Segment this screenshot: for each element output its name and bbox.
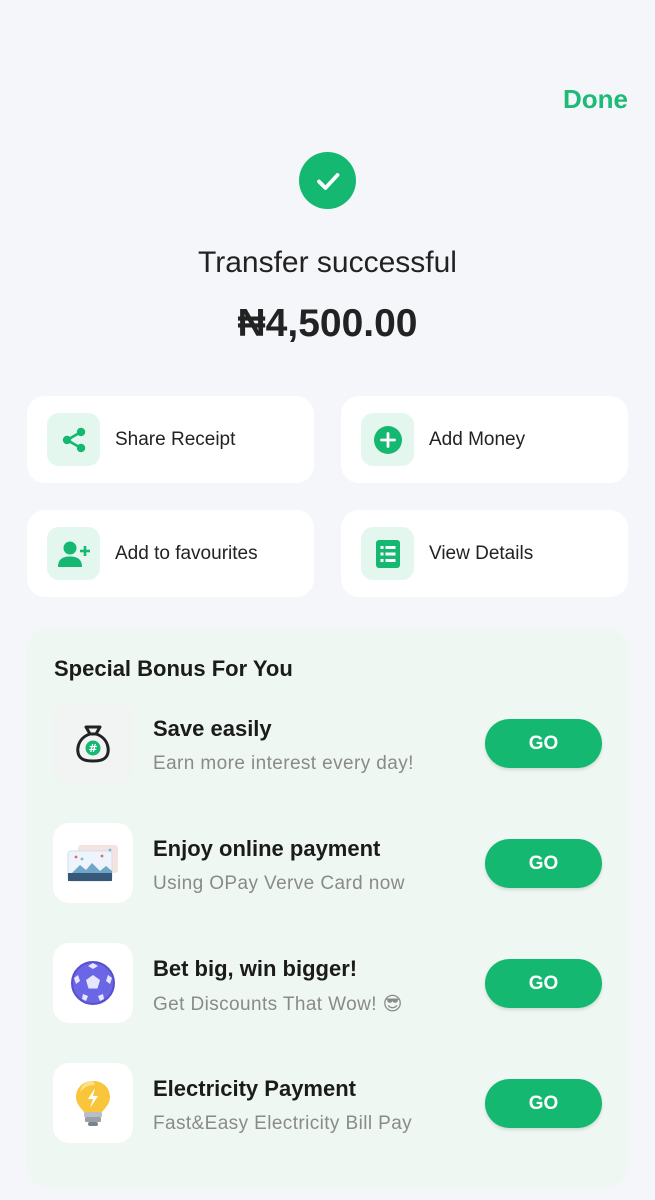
- svg-text:#: #: [88, 742, 97, 755]
- add-circle-icon: [361, 413, 414, 466]
- transfer-status-text: Transfer successful: [198, 246, 457, 279]
- share-receipt-label: Share Receipt: [115, 428, 236, 450]
- bonus-item-title: Save easily: [153, 716, 272, 741]
- share-receipt-button[interactable]: Share Receipt: [27, 396, 314, 483]
- share-icon: [47, 413, 100, 466]
- bonus-item-subtitle: Get Discounts That Wow! 😎: [153, 994, 403, 1015]
- add-to-favourites-button[interactable]: Add to favourites: [27, 510, 314, 597]
- add-to-favourites-label: Add to favourites: [115, 542, 258, 564]
- bonus-item-online-payment: Enjoy online payment Using OPay Verve Ca…: [27, 823, 628, 903]
- view-details-label: View Details: [429, 542, 534, 564]
- bonus-item-title: Electricity Payment: [153, 1076, 356, 1101]
- bonus-item-subtitle: Earn more interest every day!: [153, 753, 414, 774]
- bonus-item-title: Enjoy online payment: [153, 836, 381, 861]
- money-bag-icon: #: [53, 703, 133, 783]
- add-person-icon: [47, 527, 100, 580]
- bonus-item-electricity: Electricity Payment Fast&Easy Electricit…: [27, 1063, 628, 1143]
- bonus-item-save-easily: # Save easily Earn more interest every d…: [27, 703, 628, 783]
- success-check-icon: [299, 152, 356, 209]
- bonus-item-subtitle: Using OPay Verve Card now: [153, 873, 405, 894]
- football-icon: [53, 943, 133, 1023]
- add-money-label: Add Money: [429, 428, 526, 450]
- transfer-amount: ₦4,500.00: [237, 302, 418, 345]
- view-details-button[interactable]: View Details: [341, 510, 628, 597]
- done-button[interactable]: Done: [563, 84, 628, 115]
- special-bonus-panel: Special Bonus For You # Save easily Earn…: [27, 628, 628, 1188]
- bet-big-go-button[interactable]: GO: [485, 959, 602, 1008]
- bonus-item-title: Bet big, win bigger!: [153, 956, 358, 981]
- add-money-button[interactable]: Add Money: [341, 396, 628, 483]
- document-list-icon: [361, 527, 414, 580]
- online-payment-go-button[interactable]: GO: [485, 839, 602, 888]
- electricity-go-button[interactable]: GO: [485, 1079, 602, 1128]
- bonus-item-bet-big: Bet big, win bigger! Get Discounts That …: [27, 943, 628, 1023]
- lightbulb-icon: [53, 1063, 133, 1143]
- bonus-item-subtitle: Fast&Easy Electricity Bill Pay: [153, 1113, 413, 1134]
- card-icon: [53, 823, 133, 903]
- special-bonus-title: Special Bonus For You: [54, 656, 293, 681]
- save-easily-go-button[interactable]: GO: [485, 719, 602, 768]
